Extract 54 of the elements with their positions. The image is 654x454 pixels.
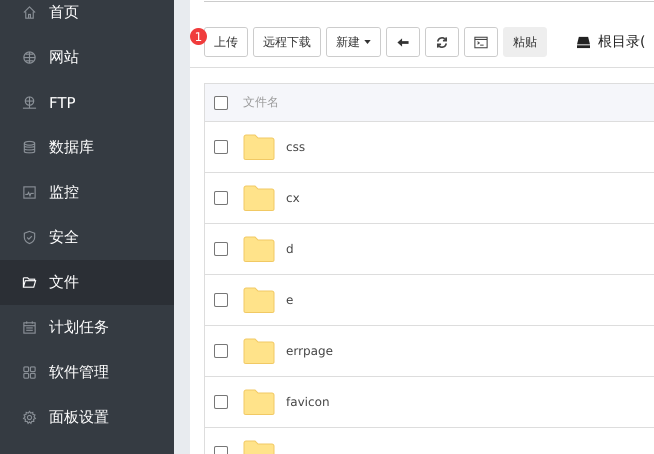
file-name[interactable]: d	[286, 242, 294, 256]
row-checkbox[interactable]	[214, 191, 228, 205]
notification-badge: 1	[190, 28, 207, 45]
terminal-icon	[474, 36, 488, 48]
sidebar-item[interactable]: 监控	[0, 170, 174, 215]
sidebar-item[interactable]: 安全	[0, 215, 174, 260]
arrow-left-icon	[396, 36, 410, 48]
refresh-icon	[435, 36, 449, 48]
folder-icon	[22, 275, 37, 290]
sidebar-item[interactable]: FTP	[0, 80, 174, 125]
chart-icon	[22, 185, 37, 200]
file-name[interactable]: favicon	[286, 395, 330, 409]
dropdown-button[interactable]: 新建	[326, 27, 381, 57]
shield-icon	[22, 230, 37, 245]
row-checkbox[interactable]	[214, 395, 228, 409]
folder-icon	[243, 236, 275, 262]
select-all-checkbox[interactable]	[214, 96, 228, 110]
folder-icon	[243, 134, 275, 160]
back-button[interactable]	[386, 27, 420, 57]
grid-icon	[22, 365, 37, 380]
file-name[interactable]: cx	[286, 191, 300, 205]
sidebar-item[interactable]: 计划任务	[0, 305, 174, 350]
path-text: 根目录(	[598, 33, 646, 51]
paste-button[interactable]: 粘贴	[503, 27, 547, 57]
folder-icon	[243, 287, 275, 313]
column-header: 文件名	[243, 94, 279, 111]
globe-icon	[22, 95, 37, 110]
globe-icon	[22, 50, 37, 65]
sidebar-item[interactable]: 面板设置	[0, 395, 174, 440]
sidebar-item[interactable]: 文件	[0, 260, 174, 305]
row-checkbox[interactable]	[214, 242, 228, 256]
folder-icon	[243, 185, 275, 211]
row-checkbox[interactable]	[214, 293, 228, 307]
sidebar-item[interactable]: 软件管理	[0, 350, 174, 395]
file-name[interactable]: css	[286, 140, 306, 154]
settings-icon	[22, 410, 37, 425]
toolbar-button[interactable]: 上传	[204, 27, 248, 57]
file-name[interactable]: errpage	[286, 344, 334, 358]
terminal-button[interactable]	[464, 27, 498, 57]
sidebar-item[interactable]: 网站	[0, 35, 174, 80]
caret-icon	[364, 40, 371, 44]
file-name[interactable]: e	[286, 293, 294, 307]
refresh-button[interactable]	[425, 27, 459, 57]
calendar-icon	[22, 320, 37, 335]
sidebar-item[interactable]: 首页	[0, 0, 174, 35]
folder-icon	[243, 338, 275, 364]
row-checkbox[interactable]	[214, 344, 228, 358]
sidebar-item[interactable]: 数据库	[0, 125, 174, 170]
folder-icon	[243, 389, 275, 415]
toolbar-button[interactable]: 远程下载	[253, 27, 321, 57]
row-checkbox[interactable]	[214, 140, 228, 154]
database-icon	[22, 140, 37, 155]
drive-icon	[576, 36, 591, 48]
home-icon	[22, 5, 37, 20]
